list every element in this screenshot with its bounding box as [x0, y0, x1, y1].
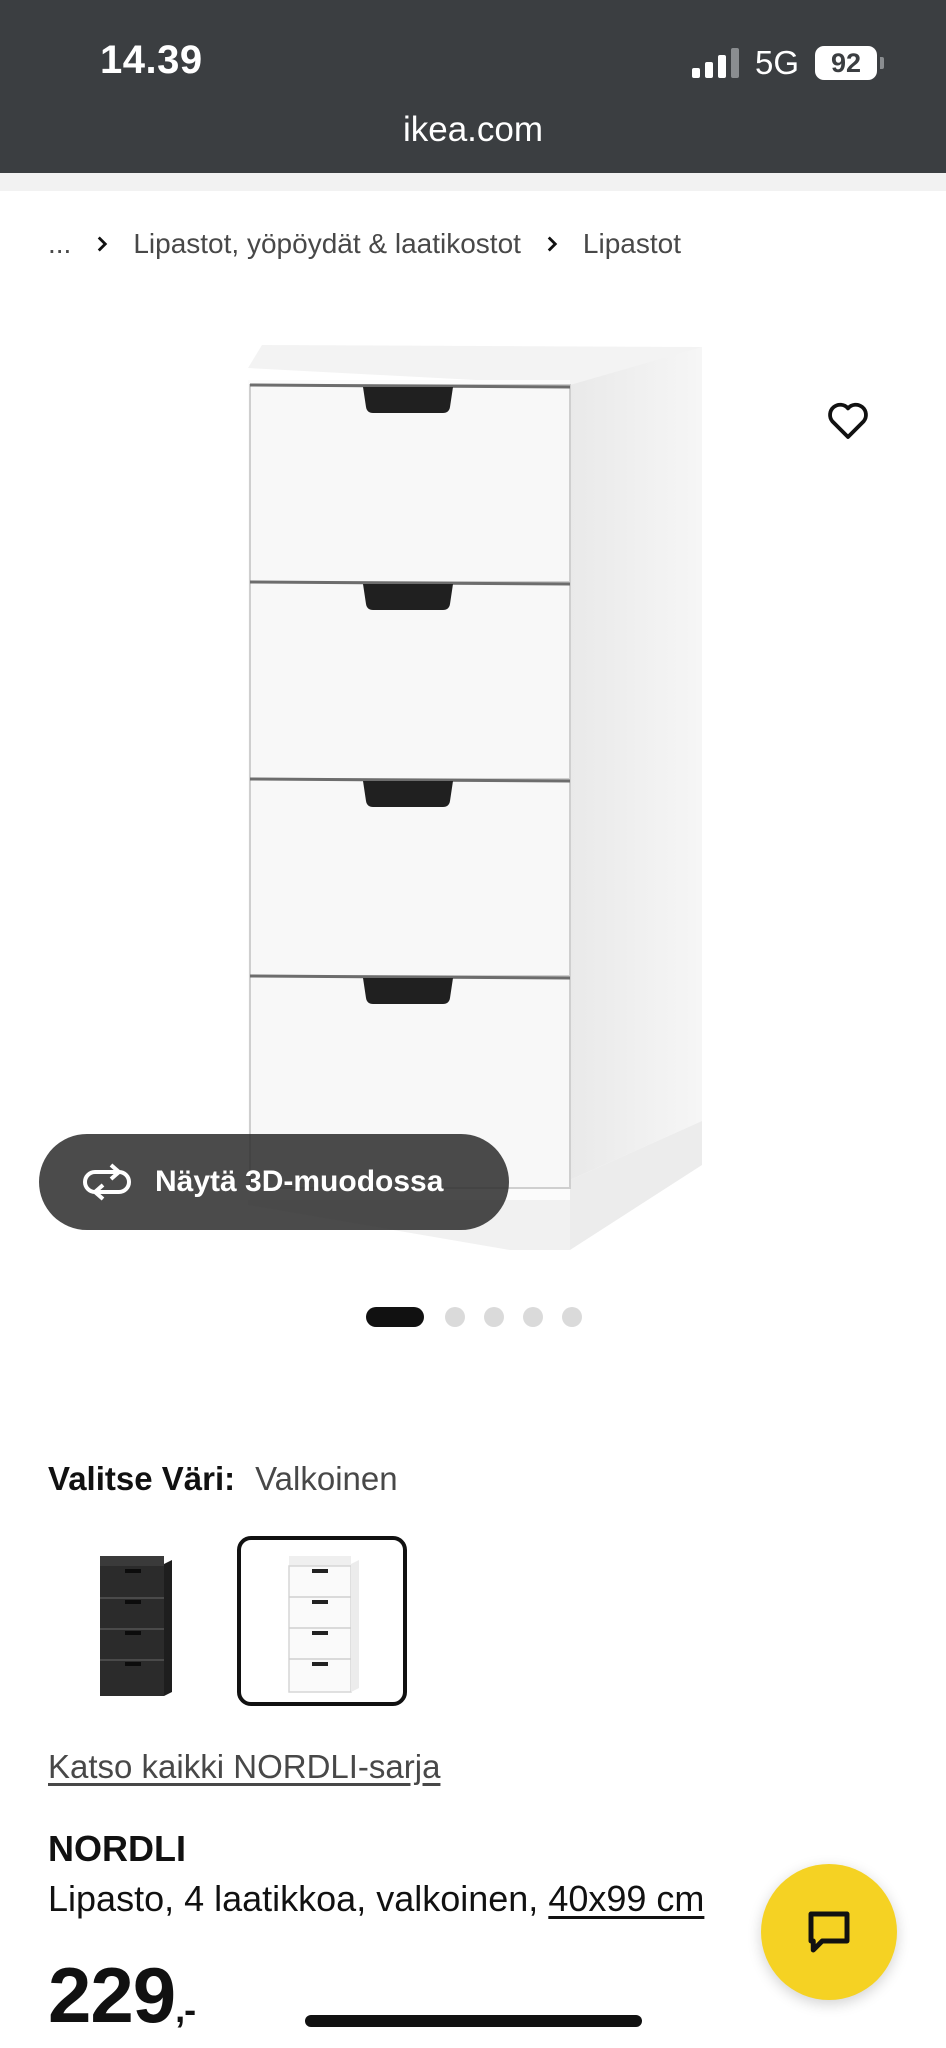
chevron-right-icon — [547, 236, 558, 252]
address-bar-url[interactable]: ikea.com — [0, 110, 946, 150]
product-name: NORDLI — [48, 1828, 186, 1869]
chat-icon — [808, 1911, 850, 1953]
carousel-dot[interactable] — [523, 1307, 543, 1327]
image-carousel-dots — [366, 1307, 601, 1327]
carousel-dot[interactable] — [366, 1307, 424, 1327]
divider — [0, 173, 946, 191]
price-value: 229 — [48, 1951, 176, 2039]
chat-button[interactable] — [761, 1864, 897, 2000]
breadcrumb-item-subcategory[interactable]: Lipastot — [583, 228, 681, 260]
color-label: Valitse Väri: — [48, 1460, 236, 1497]
network-type: 5G — [755, 44, 800, 81]
breadcrumb: ... Lipastot, yöpöydät & laatikostot Lip… — [48, 224, 681, 264]
color-swatch-white[interactable] — [237, 1536, 407, 1706]
color-swatch-black[interactable] — [48, 1536, 218, 1706]
product-dimensions-link[interactable]: 40x99 cm — [548, 1878, 704, 1919]
home-indicator — [305, 2015, 642, 2027]
product-image[interactable] — [200, 325, 740, 1255]
color-value: Valkoinen — [255, 1460, 398, 1497]
rotate-3d-icon — [83, 1163, 131, 1201]
product-description-text: Lipasto, 4 laatikkoa, valkoinen, — [48, 1878, 549, 1919]
heart-icon[interactable] — [824, 396, 872, 444]
browser-top-bar: 14.39 5G 92 ikea.com — [0, 0, 946, 173]
price-suffix: ,- — [175, 1989, 196, 2030]
carousel-dot[interactable] — [484, 1307, 504, 1327]
view-3d-button[interactable]: Näytä 3D-muodossa — [39, 1134, 509, 1230]
battery-tip — [880, 57, 884, 69]
cellular-signal-icon — [692, 48, 740, 78]
carousel-dot[interactable] — [562, 1307, 582, 1327]
view-3d-label: Näytä 3D-muodossa — [155, 1165, 444, 1198]
carousel-dot[interactable] — [445, 1307, 465, 1327]
breadcrumb-ellipsis[interactable]: ... — [48, 228, 71, 260]
status-time: 14.39 — [100, 38, 203, 82]
color-selector-header: Valitse Väri: Valkoinen — [48, 1460, 398, 1498]
chevron-right-icon — [98, 236, 108, 252]
product-price: 229,- — [48, 1950, 196, 2041]
battery-icon: 92 — [815, 46, 877, 80]
breadcrumb-item-category[interactable]: Lipastot, yöpöydät & laatikostot — [133, 228, 521, 260]
product-description: Lipasto, 4 laatikkoa, valkoinen, 40x99 c… — [48, 1878, 704, 1920]
series-link[interactable]: Katso kaikki NORDLI-sarja — [48, 1748, 440, 1786]
